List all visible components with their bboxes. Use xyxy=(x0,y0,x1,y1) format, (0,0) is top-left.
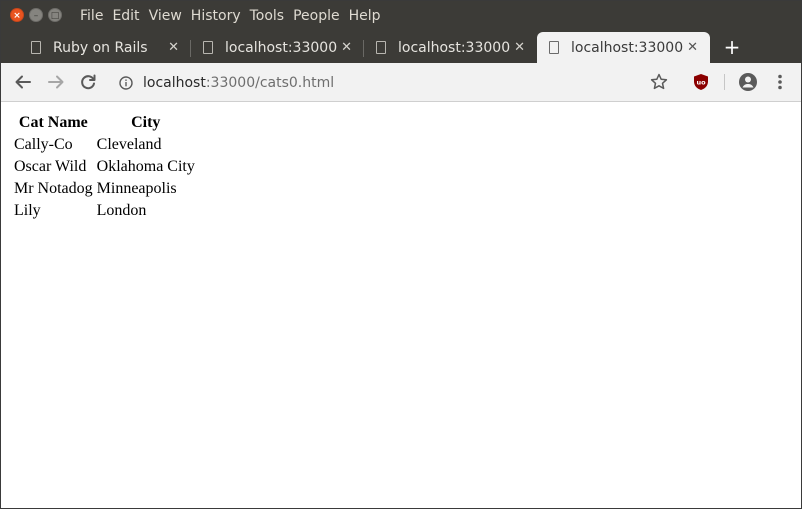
reload-icon[interactable] xyxy=(77,71,99,93)
page-icon xyxy=(203,41,213,54)
menu-tools[interactable]: Tools xyxy=(250,8,285,24)
toolbar-divider xyxy=(724,74,725,90)
forward-icon[interactable] xyxy=(45,71,67,93)
page-icon xyxy=(549,41,559,54)
title-bar: × – □ File Edit View History Tools Peopl… xyxy=(1,1,801,31)
tab-localhost-1[interactable]: localhost:33000/ ✕ xyxy=(191,32,364,63)
tab-title: localhost:33000/ xyxy=(225,39,337,56)
cat-name-cell: Cally-Co xyxy=(14,136,73,153)
new-tab-button[interactable]: + xyxy=(723,34,741,60)
browser-window: × – □ File Edit View History Tools Peopl… xyxy=(0,0,802,509)
menu-dots-icon[interactable] xyxy=(769,71,791,93)
menu-edit[interactable]: Edit xyxy=(112,8,139,24)
table-row: Oscar Wild Oklahoma City xyxy=(13,157,196,177)
tab-close-icon[interactable]: ✕ xyxy=(341,40,352,55)
menu-people[interactable]: People xyxy=(293,8,340,24)
tab-close-icon[interactable]: ✕ xyxy=(514,40,525,55)
table-header-row: Cat Name City xyxy=(13,113,196,133)
table-row: Mr Notadog Minneapolis xyxy=(13,179,196,199)
menu-help[interactable]: Help xyxy=(349,8,381,24)
browser-toolbar: localhost:33000/cats0.html uo xyxy=(1,63,801,102)
menu-view[interactable]: View xyxy=(149,8,182,24)
tab-ruby-on-rails[interactable]: Ruby on Rails ✕ xyxy=(17,32,191,63)
cat-name-cell: Lily xyxy=(14,202,41,219)
cats-table: Cat Name City Cally-Co Cleveland Oscar W… xyxy=(11,111,198,223)
cat-name-cell: Oscar Wild xyxy=(14,158,87,175)
menu-history[interactable]: History xyxy=(191,8,241,24)
city-cell: London xyxy=(96,202,147,219)
url-path: :33000/cats0.html xyxy=(205,75,335,91)
info-icon[interactable] xyxy=(119,76,133,90)
bookmark-star-icon[interactable] xyxy=(648,71,670,93)
tab-close-icon[interactable]: ✕ xyxy=(168,40,179,55)
column-header-city: City xyxy=(131,114,161,131)
window-minimize-button[interactable]: – xyxy=(29,8,43,22)
window-maximize-button[interactable]: □ xyxy=(48,8,62,22)
menu-file[interactable]: File xyxy=(80,8,103,24)
city-cell: Oklahoma City xyxy=(96,158,195,175)
url-host: localhost xyxy=(143,75,206,91)
table-row: Lily London xyxy=(13,201,196,221)
back-icon[interactable] xyxy=(12,71,34,93)
tab-title: Ruby on Rails xyxy=(53,39,148,56)
tab-localhost-2[interactable]: localhost:33000/ ✕ xyxy=(364,32,537,63)
city-cell: Minneapolis xyxy=(96,180,177,197)
tab-strip: Ruby on Rails ✕ localhost:33000/ ✕ local… xyxy=(1,31,801,63)
cat-name-cell: Mr Notadog xyxy=(14,180,93,197)
tab-title: localhost:33000/ xyxy=(398,39,510,56)
address-bar[interactable]: localhost:33000/cats0.html xyxy=(119,72,519,94)
profile-account-icon[interactable] xyxy=(737,71,759,93)
column-header-cat-name: Cat Name xyxy=(18,114,88,131)
window-close-button[interactable]: × xyxy=(10,8,24,22)
tab-localhost-active[interactable]: localhost:33000/ ✕ xyxy=(537,32,710,63)
menu-bar: File Edit View History Tools People Help xyxy=(80,1,390,31)
tab-close-icon[interactable]: ✕ xyxy=(687,40,698,55)
city-cell: Cleveland xyxy=(96,136,162,153)
ublock-shield-icon[interactable]: uo xyxy=(690,71,712,93)
table-row: Cally-Co Cleveland xyxy=(13,135,196,155)
tab-title: localhost:33000/ xyxy=(571,39,683,56)
page-icon xyxy=(376,41,386,54)
svg-text:uo: uo xyxy=(696,79,706,87)
page-icon xyxy=(31,41,41,54)
page-content: Cat Name City Cally-Co Cleveland Oscar W… xyxy=(1,102,801,508)
